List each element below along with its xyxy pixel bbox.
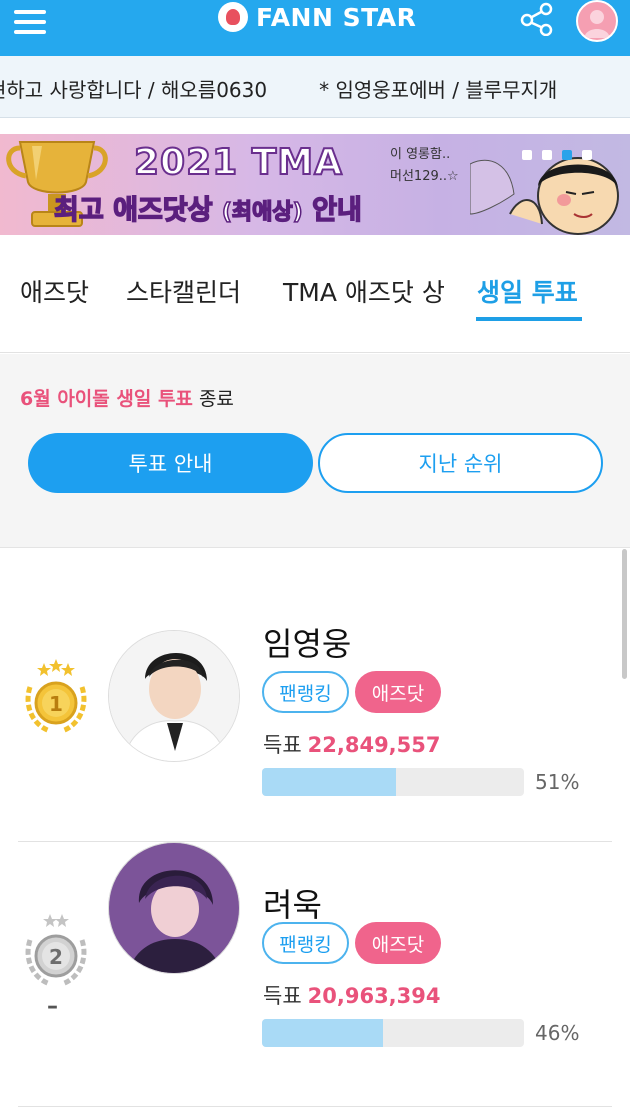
app-header: FANN STAR [0, 0, 630, 56]
vote-progress-bar [262, 1019, 524, 1047]
pagination-dot[interactable] [582, 150, 592, 160]
avatar[interactable] [108, 630, 240, 762]
votes-label: 득표 [263, 984, 302, 1008]
vote-progress-bar [262, 768, 524, 796]
vote-percent: 51% [535, 770, 580, 794]
pagination-dot[interactable] [542, 150, 552, 160]
hamburger-icon[interactable] [14, 4, 50, 34]
vote-status-notice: 6월 아이돌 생일 투표 종료 [20, 384, 234, 411]
ads-tag[interactable]: 애즈닷 [355, 922, 441, 964]
tab-birthday-vote[interactable]: 생일 투표 [477, 273, 578, 309]
rank-number: 1 [49, 692, 63, 716]
ranking-row[interactable]: 1 임영웅 팬랭킹 애즈닷 득표 22,849,557 51% [0, 549, 630, 839]
vote-count: 득표 22,849,557 [263, 729, 441, 759]
votes-label: 득표 [263, 733, 302, 757]
avatar[interactable] [108, 842, 240, 974]
share-icon[interactable] [518, 2, 556, 37]
artist-name[interactable]: 려욱 [263, 880, 322, 926]
active-tab-indicator [476, 317, 582, 321]
banner-subtitle-paren: (최애상) [221, 199, 303, 226]
artist-name[interactable]: 임영웅 [263, 619, 351, 665]
banner-speech-bubble: 이 영롱함.. 머선129..☆ [390, 144, 498, 188]
vote-count: 득표 20,963,394 [263, 980, 441, 1010]
pagination-dot-active[interactable] [562, 150, 572, 160]
ads-tag[interactable]: 애즈닷 [355, 671, 441, 713]
ranking-list[interactable]: 1 임영웅 팬랭킹 애즈닷 득표 22,849,557 51% 2 – 려욱 팬… [0, 549, 630, 1120]
banner-subtitle-tail: 안내 [311, 194, 362, 227]
pagination-dot[interactable] [522, 150, 532, 160]
ticker-item: * 임영웅포에버 / 블루무지개 [319, 78, 558, 102]
app-name: FANN STAR [256, 2, 417, 32]
logo-icon [218, 2, 248, 32]
fan-ranking-tag[interactable]: 팬랭킹 [262, 922, 349, 964]
vote-info-panel: 6월 아이돌 생일 투표 종료 투표 안내 지난 순위 [0, 354, 630, 548]
ticker-line: 현하고 사랑합니다 / 해오름0630 * 임영웅포에버 / 블루무지개 [0, 74, 557, 103]
bubble-line: 이 영롱함.. [390, 147, 451, 162]
vote-progress-fill [262, 1019, 383, 1047]
votes-number: 22,849,557 [307, 733, 441, 757]
tab-star-calendar[interactable]: 스타캘린더 [126, 273, 241, 309]
vote-percent: 46% [535, 1021, 580, 1045]
ticker-item: 현하고 사랑합니다 / 해오름0630 [0, 78, 268, 102]
fan-ranking-tag[interactable]: 팬랭킹 [262, 671, 349, 713]
news-ticker[interactable]: 현하고 사랑합니다 / 해오름0630 * 임영웅포에버 / 블루무지개 [0, 56, 630, 118]
banner-subtitle-main: 최고 애즈닷상 [53, 194, 213, 227]
vote-guide-button[interactable]: 투표 안내 [28, 433, 313, 493]
tab-ads[interactable]: 애즈닷 [20, 273, 89, 309]
notice-highlight: 6월 아이돌 생일 투표 [20, 388, 193, 410]
votes-number: 20,963,394 [307, 984, 441, 1008]
rank-number: 2 [49, 945, 63, 969]
gold-medal-icon: 1 [25, 659, 87, 734]
rank-change: – [47, 994, 58, 1019]
ranking-row[interactable]: 2 – 려욱 팬랭킹 애즈닷 득표 20,963,394 46% [0, 842, 630, 1120]
banner-pagination[interactable] [522, 150, 592, 160]
user-avatar-icon[interactable] [576, 0, 618, 42]
tab-bar: 애즈닷 스타캘린더 TMA 애즈닷 상 생일 투표 [0, 235, 630, 353]
vote-progress-fill [262, 768, 396, 796]
divider [18, 1106, 612, 1107]
past-ranking-button[interactable]: 지난 순위 [318, 433, 603, 493]
banner-title: 2021 TMA [133, 141, 343, 184]
silver-medal-icon: 2 [25, 914, 87, 987]
bubble-line: 머선129..☆ [390, 169, 459, 184]
notice-status: 종료 [198, 388, 234, 410]
promo-banner[interactable]: 2021 TMA 최고 애즈닷상 (최애상) 안내 이 영롱함.. 머선129.… [0, 134, 630, 235]
app-logo[interactable]: FANN STAR [218, 2, 416, 32]
banner-subtitle: 최고 애즈닷상 (최애상) 안내 [53, 188, 362, 227]
tab-tma-award[interactable]: TMA 애즈닷 상 [283, 273, 445, 309]
